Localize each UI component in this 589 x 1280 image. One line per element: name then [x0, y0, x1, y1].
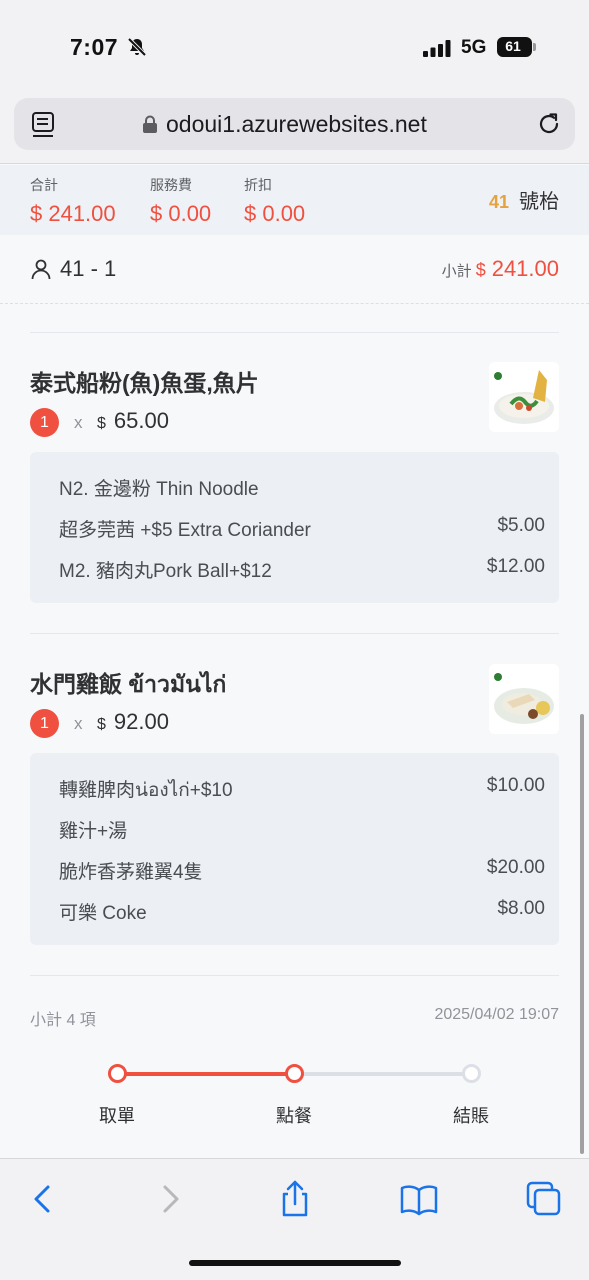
browser-address-area: odoui1.azurewebsites.net	[0, 92, 589, 164]
user-icon	[31, 259, 51, 280]
order-datetime: 2025/04/02 19:07	[434, 1006, 559, 1023]
order-subtotal: 小計 $241.00	[442, 256, 559, 282]
option-price: $5.00	[497, 515, 545, 536]
battery-icon: 61	[497, 37, 537, 57]
divider	[0, 303, 589, 304]
bookmarks-icon[interactable]	[399, 1179, 439, 1219]
address-bar[interactable]: odoui1.azurewebsites.net	[14, 98, 575, 150]
status-time: 7:07	[70, 34, 119, 60]
network-type: 5G	[461, 37, 487, 58]
url-text: odoui1.azurewebsites.net	[166, 111, 427, 137]
option-row: 脆炸香茅雞翼4隻 $20.00	[59, 857, 545, 883]
table-number-suffix: 號枱	[519, 191, 559, 213]
option-price: $10.00	[486, 775, 545, 796]
option-price: $20.00	[486, 857, 545, 878]
option-label: 轉雞脾肉น่องไก่+$10	[59, 780, 233, 801]
subtotal-label: 小計	[441, 263, 472, 280]
home-indicator	[189, 1260, 401, 1266]
option-row: 雞汁+湯	[59, 816, 545, 842]
step-label-checkout: 結賬	[453, 1106, 489, 1126]
share-icon[interactable]	[275, 1179, 315, 1219]
item-price: $92.00	[97, 709, 169, 735]
step-dot-pickup	[108, 1064, 127, 1083]
step-label-ordering: 點餐	[276, 1106, 312, 1126]
option-row: 超多莞茜 +$5 Extra Coriander $5.00	[59, 515, 545, 541]
discount-label: 折扣	[244, 177, 272, 193]
progress-line-done	[117, 1072, 294, 1076]
option-label: M2. 豬肉丸Pork Ball+$12	[59, 561, 272, 582]
service-fee-summary: 服務費 $ 0.00	[150, 175, 211, 227]
option-row: 轉雞脾肉น่องไก่+$10 $10.00	[59, 775, 545, 801]
signal-icon	[423, 40, 451, 57]
table-number: 41 號枱	[489, 185, 559, 214]
tabs-icon[interactable]	[524, 1179, 564, 1219]
scrollbar[interactable]	[580, 714, 584, 1154]
multiply-sign: x	[74, 714, 83, 733]
subtotal-value: 241.00	[491, 256, 559, 281]
quantity-badge: 1	[30, 709, 59, 738]
option-price: $12.00	[486, 556, 545, 577]
item-price: $65.00	[97, 408, 169, 434]
option-row: 可樂 Coke $8.00	[59, 898, 545, 924]
multiply-sign: x	[74, 413, 83, 432]
battery-level: 61	[505, 38, 521, 54]
item-price-currency: $	[97, 415, 106, 432]
reload-icon[interactable]	[536, 111, 562, 137]
order-summary-bar: 合計 $ 241.00 服務費 $ 0.00 折扣 $ 0.00 41 號枱	[0, 165, 589, 235]
back-icon[interactable]	[22, 1179, 62, 1219]
subtotal-currency: $	[475, 260, 486, 280]
service-fee-label: 服務費	[150, 177, 192, 193]
divider	[30, 332, 559, 333]
option-row: M2. 豬肉丸Pork Ball+$12 $12.00	[59, 556, 545, 582]
total-label: 合計	[30, 177, 58, 193]
option-row: N2. 金邊粉 Thin Noodle	[59, 474, 545, 500]
step-label-pickup: 取單	[99, 1106, 135, 1126]
lock-icon	[143, 115, 157, 133]
total-summary: 合計 $ 241.00	[30, 175, 116, 227]
item-image	[489, 664, 559, 734]
option-label: 脆炸香茅雞翼4隻	[59, 862, 203, 883]
option-label: 可樂 Coke	[59, 903, 147, 924]
item-name: 泰式船粉(魚)魚蛋,魚片	[30, 370, 259, 396]
table-number-value: 41	[488, 192, 509, 212]
step-dot-ordering	[285, 1064, 304, 1083]
item-options: 轉雞脾肉น่องไก่+$10 $10.00 雞汁+湯 脆炸香茅雞翼4隻 $20…	[30, 753, 559, 945]
discount-summary: 折扣 $ 0.00	[244, 175, 305, 227]
divider	[30, 975, 559, 976]
progress-line-pending	[294, 1072, 471, 1076]
status-bar: 7:07 5G 61	[0, 0, 589, 92]
page-menu-icon[interactable]	[32, 112, 56, 138]
total-value: $ 241.00	[30, 201, 116, 226]
item-price-value: 65.00	[113, 408, 169, 433]
option-price: $8.00	[497, 898, 545, 919]
item-count: 小計 4 項	[30, 1012, 96, 1029]
guest-row: 41 - 1 小計 $241.00	[30, 256, 559, 284]
item-image	[489, 362, 559, 432]
guest-count: 41 - 1	[60, 256, 117, 281]
discount-value: $ 0.00	[244, 201, 306, 226]
option-label: 雞汁+湯	[59, 821, 128, 842]
divider	[30, 633, 559, 634]
bell-muted-icon	[127, 37, 147, 57]
item-name: 水門雞飯 ข้าวมันไก่	[30, 671, 227, 697]
quantity-badge: 1	[30, 408, 59, 437]
item-price-currency: $	[97, 716, 106, 733]
service-fee-value: $ 0.00	[150, 201, 212, 226]
item-options: N2. 金邊粉 Thin Noodle 超多莞茜 +$5 Extra Coria…	[30, 452, 559, 603]
step-dot-checkout	[462, 1064, 481, 1083]
option-label: N2. 金邊粉 Thin Noodle	[59, 479, 259, 500]
forward-icon[interactable]	[151, 1179, 191, 1219]
option-label: 超多莞茜 +$5 Extra Coriander	[59, 520, 311, 541]
item-price-value: 92.00	[113, 709, 169, 734]
